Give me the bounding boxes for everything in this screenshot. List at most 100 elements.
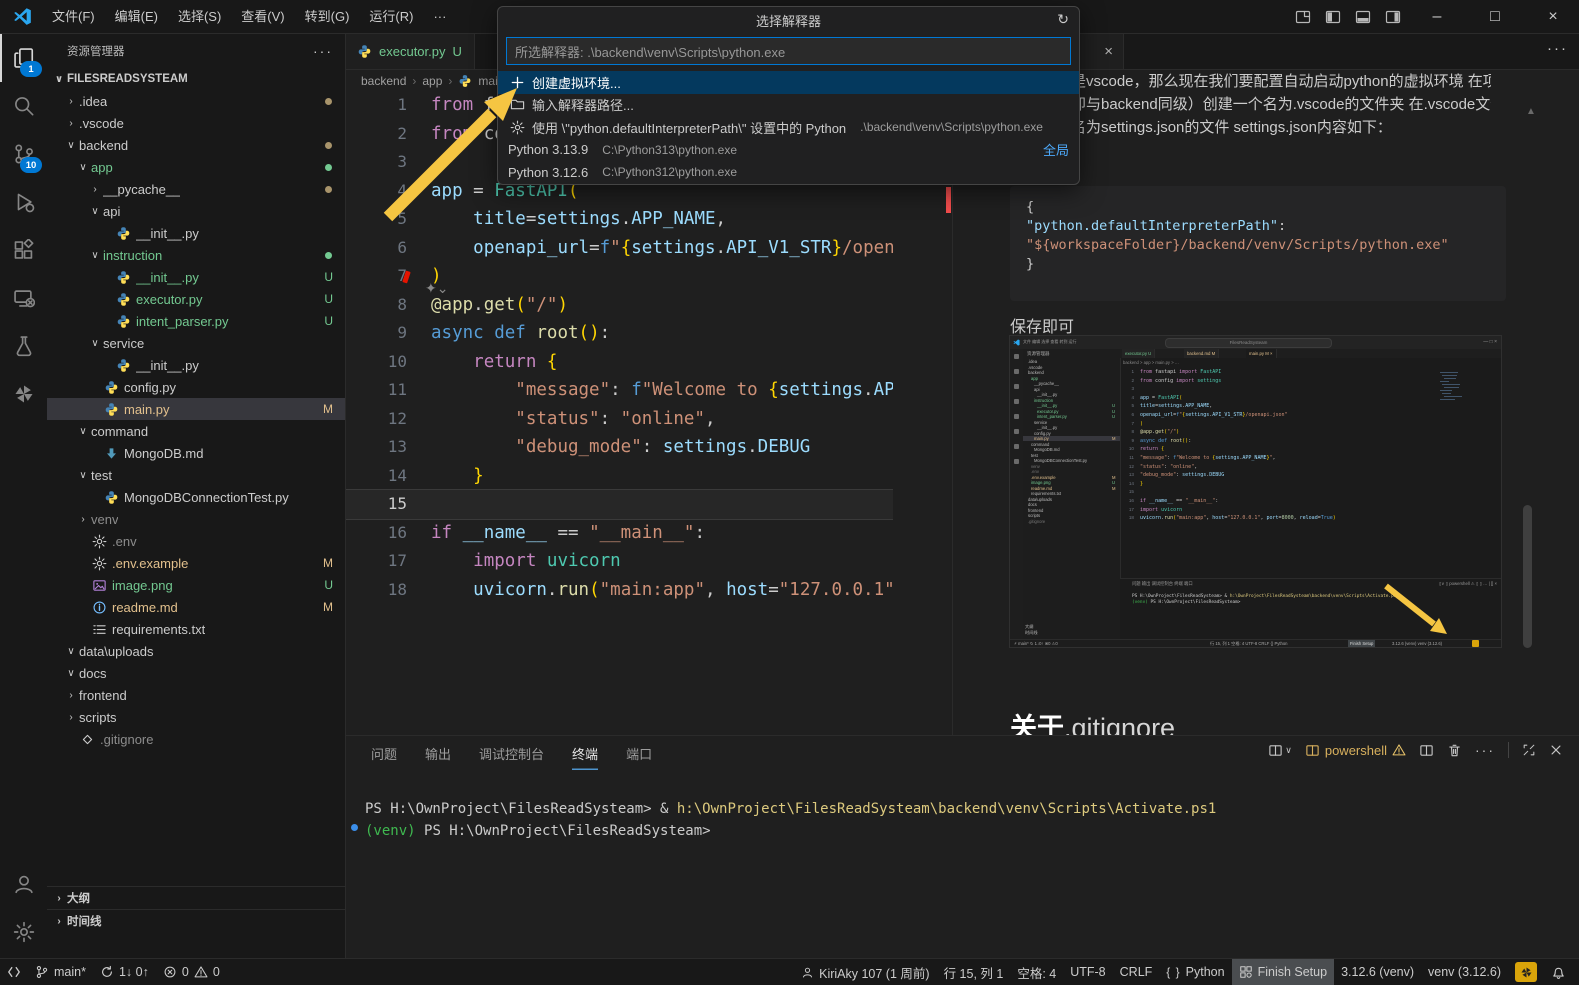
toggle-sidebar-icon[interactable] xyxy=(1325,9,1341,25)
ellipsis-icon[interactable]: ··· xyxy=(1475,742,1495,758)
activity-account-icon[interactable] xyxy=(0,860,47,908)
maximize-button[interactable]: □ xyxy=(1473,0,1517,33)
status-item-notifications[interactable] xyxy=(1544,959,1573,985)
sidebar-more-icon[interactable]: ··· xyxy=(313,43,333,59)
activity-search-icon[interactable] xyxy=(0,82,47,130)
refresh-icon[interactable]: ↻ xyxy=(1057,11,1069,28)
terminal-content[interactable]: PS H:\OwnProject\FilesReadSysteam> & h:\… xyxy=(365,798,1216,842)
split-icon[interactable] xyxy=(1419,743,1434,758)
panel-tab-终端[interactable]: 终端 xyxy=(572,736,598,770)
quickpick-item-1[interactable]: 输入解释器路径... xyxy=(498,94,1079,117)
tree-item-__pycache__[interactable]: ›__pycache__ xyxy=(47,178,345,200)
close-window-button[interactable]: × xyxy=(1531,0,1575,33)
tree-item-intent_parser.py[interactable]: intent_parser.pyU xyxy=(47,310,345,332)
tree-item-command[interactable]: ∨command xyxy=(47,420,345,442)
editor-actions-more-icon[interactable]: ··· xyxy=(1547,40,1568,57)
activity-extensions-icon[interactable] xyxy=(0,226,47,274)
breadcrumb-item-backend[interactable]: backend xyxy=(361,74,406,88)
panel-tab-端口[interactable]: 端口 xyxy=(626,736,652,770)
panel-tab-调试控制台[interactable]: 调试控制台 xyxy=(479,736,544,770)
menu-item-0[interactable]: 文件(F) xyxy=(42,6,105,28)
tree-item-docs[interactable]: ∨docs xyxy=(47,662,345,684)
tree-item-api[interactable]: ∨api xyxy=(47,200,345,222)
activity-settings-gear-icon[interactable] xyxy=(0,908,47,956)
mini-tab[interactable]: backend.md M xyxy=(1184,349,1219,358)
tree-item-venv[interactable]: ›venv xyxy=(47,508,345,530)
mini-tab[interactable]: main.py M × xyxy=(1246,349,1277,358)
tree-item-image.png[interactable]: image.pngU xyxy=(47,574,345,596)
new-terminal-dropdown-icon[interactable]: ∨ xyxy=(1268,743,1292,758)
tree-item-test[interactable]: ∨test xyxy=(47,464,345,486)
tree-item-requirements.txt[interactable]: requirements.txt xyxy=(47,618,345,640)
toggle-panel-icon[interactable] xyxy=(1355,9,1371,25)
interpreter-input[interactable] xyxy=(507,44,1070,59)
preview-scrollbar[interactable] xyxy=(1523,505,1532,648)
mini-search-box[interactable]: FilesReadSysteam xyxy=(1165,338,1332,348)
status-item-venv-indicator[interactable]: venv (3.12.6) xyxy=(1421,959,1508,985)
tree-item-datauploads[interactable]: ∨data\uploads xyxy=(47,640,345,662)
customize-layout-icon[interactable] xyxy=(1295,9,1311,25)
close-icon[interactable] xyxy=(1549,743,1563,757)
tree-item-.env[interactable]: .env xyxy=(47,530,345,552)
status-item-python-interpreter[interactable]: 3.12.6 (venv) xyxy=(1334,959,1421,985)
tab-executor-py[interactable]: executor.py U xyxy=(345,34,475,69)
activity-testing-icon[interactable] xyxy=(0,322,47,370)
panel-tab-问题[interactable]: 问题 xyxy=(371,736,397,770)
trash-icon[interactable] xyxy=(1447,743,1462,758)
panel-tab-输出[interactable]: 输出 xyxy=(425,736,451,770)
terminal-profile[interactable]: powershell xyxy=(1305,743,1406,758)
toggle-secondary-sidebar-icon[interactable] xyxy=(1385,9,1401,25)
status-item-blame[interactable]: KiriAky 107 (1 周前) xyxy=(794,959,936,985)
status-item-extension-tile[interactable] xyxy=(1508,959,1544,985)
menu-item-5[interactable]: 运行(R) xyxy=(359,6,423,28)
close-tab-icon[interactable]: × xyxy=(1104,43,1113,60)
tree-item-app[interactable]: ∨app xyxy=(47,156,345,178)
tree-item-MongoDB.md[interactable]: MongoDB.md xyxy=(47,442,345,464)
status-item-remote-indicator[interactable] xyxy=(0,959,28,985)
tree-item-.env.example[interactable]: .env.exampleM xyxy=(47,552,345,574)
status-item-git-sync[interactable]: 1↓ 0↑ xyxy=(93,959,156,985)
quickpick-item-0[interactable]: 创建虚拟环境... xyxy=(498,71,1079,94)
menu-item-4[interactable]: 转到(G) xyxy=(295,6,360,28)
status-item-language-mode[interactable]: { }Python xyxy=(1159,959,1231,985)
tree-root[interactable]: ∨ FILESREADSYSTEAM xyxy=(47,68,345,90)
activity-remote-explorer-icon[interactable] xyxy=(0,274,47,322)
activity-files-icon[interactable]: 1 xyxy=(0,34,47,82)
breadcrumb-item-app[interactable]: app xyxy=(422,74,442,88)
tree-item-__init__.py[interactable]: __init__.py xyxy=(47,354,345,376)
quickpick-item-3[interactable]: Python 3.13.9C:\Python313\python.exe全局 xyxy=(498,139,1079,162)
status-item-indentation[interactable]: 空格: 4 xyxy=(1010,959,1063,985)
tree-item-backend[interactable]: ∨backend xyxy=(47,134,345,156)
tree-item-scripts[interactable]: ›scripts xyxy=(47,706,345,728)
sidebar-section-0[interactable]: ›大纲 xyxy=(47,886,345,909)
activity-source-control-icon[interactable]: 10 xyxy=(0,130,47,178)
tree-item-readme.md[interactable]: readme.mdM xyxy=(47,596,345,618)
status-item-git-branch[interactable]: main* xyxy=(28,959,93,985)
activity-debug-icon[interactable] xyxy=(0,178,47,226)
quickpick-item-2[interactable]: 使用 \"python.defaultInterpreterPath\" 设置中… xyxy=(498,116,1079,139)
tree-item-.gitignore[interactable]: .gitignore xyxy=(47,728,345,750)
mini-tab[interactable]: executor.py U xyxy=(1122,349,1155,358)
activity-pinwheel-icon[interactable] xyxy=(0,370,47,418)
tree-item-instruction[interactable]: ∨instruction xyxy=(47,244,345,266)
tree-item-frontend[interactable]: ›frontend xyxy=(47,684,345,706)
status-item-problems[interactable]: 00 xyxy=(156,959,227,985)
quickpick-item-4[interactable]: Python 3.12.6C:\Python312\python.exe xyxy=(498,161,1079,184)
menu-item-1[interactable]: 编辑(E) xyxy=(105,6,168,28)
status-item-encoding[interactable]: UTF-8 xyxy=(1063,959,1112,985)
status-item-eol[interactable]: CRLF xyxy=(1113,959,1160,985)
sidebar-section-1[interactable]: ›时间线 xyxy=(47,909,345,932)
tree-item-main.py[interactable]: main.pyM xyxy=(47,398,345,420)
tree-item-__init__.py[interactable]: __init__.pyU xyxy=(47,266,345,288)
tree-item-.idea[interactable]: ›.idea xyxy=(47,90,345,112)
copilot-sparkle-icon[interactable]: ✦⌄ xyxy=(425,280,448,297)
tree-item-config.py[interactable]: config.py xyxy=(47,376,345,398)
status-item-finish-setup[interactable]: Finish Setup xyxy=(1232,959,1334,985)
global-link[interactable]: 全局 xyxy=(1043,140,1069,159)
status-item-cursor-position[interactable]: 行 15, 列 1 xyxy=(937,959,1011,985)
tree-item-.vscode[interactable]: ›.vscode xyxy=(47,112,345,134)
scroll-up-arrow[interactable]: ▲ xyxy=(1526,106,1536,117)
maximize-icon[interactable] xyxy=(1522,743,1536,757)
command-decoration-dot[interactable] xyxy=(351,824,358,831)
menu-item-3[interactable]: 查看(V) xyxy=(231,6,294,28)
